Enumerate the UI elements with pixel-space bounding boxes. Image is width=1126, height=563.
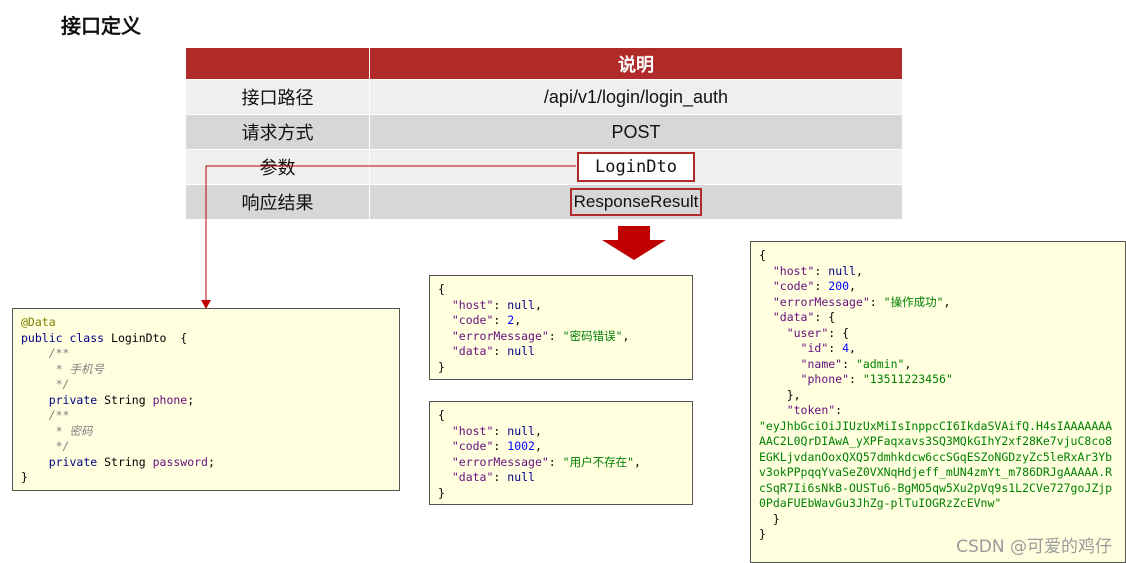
field-modifier: private (48, 392, 98, 407)
json-error-message: "用户不存在" (562, 454, 635, 469)
json-data: null (507, 470, 535, 484)
field-type: String (104, 392, 146, 407)
login-dto-code-block: @Data public class LoginDto { /** * 手机号 … (12, 308, 400, 491)
json-code: 200 (828, 279, 850, 293)
json-host: null (507, 423, 535, 438)
comment-close: */ (48, 439, 70, 453)
json-host: null (507, 297, 535, 312)
watermark-text: CSDN @可爱的鸡仔 (956, 537, 1112, 557)
error-response-code-block: { "host": null, "code": 2, "errorMessage… (429, 275, 693, 380)
success-response-code-block: { "host": null, "code": 200, "errorMessa… (750, 241, 1126, 563)
json-code: 2 (507, 313, 515, 327)
comment-open: /** (48, 346, 70, 360)
json-data: null (507, 344, 535, 358)
comment-password: * 密码 (48, 423, 93, 438)
field-phone: phone (152, 392, 188, 407)
comment-phone: * 手机号 (48, 361, 104, 376)
json-user-id: 4 (842, 341, 850, 355)
comment-open: /** (48, 408, 70, 422)
json-token: "eyJhbGciOiJIUzUxMiIsInppcCI6IkdaSVAifQ.… (759, 418, 1113, 511)
field-type: String (104, 454, 146, 469)
user-not-found-code-block: { "host": null, "code": 1002, "errorMess… (429, 401, 693, 505)
field-modifier: private (48, 454, 98, 469)
json-error-message: "操作成功" (883, 294, 944, 309)
comment-close: */ (48, 377, 70, 391)
json-host: null (828, 263, 856, 278)
annotation-text: @Data (21, 315, 56, 329)
class-name: LoginDto (111, 330, 167, 345)
json-user-name: "admin" (855, 356, 905, 371)
json-code: 1002 (507, 439, 535, 453)
down-arrow-icon (602, 226, 666, 260)
field-password: password (152, 454, 208, 469)
json-error-message: "密码错误" (562, 328, 623, 343)
class-keyword: public class (21, 330, 105, 345)
json-user-phone: "13511223456" (862, 372, 953, 386)
